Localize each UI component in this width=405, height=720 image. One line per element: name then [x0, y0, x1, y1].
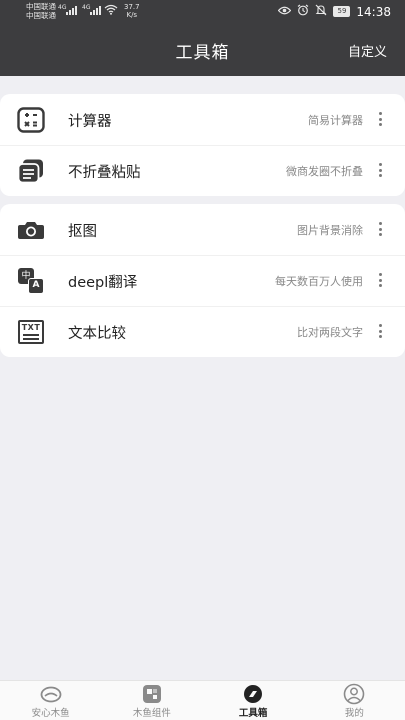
tool-item-no-fold-paste[interactable]: 不折叠粘贴 微商发圈不折叠	[0, 145, 405, 196]
page-title: 工具箱	[175, 43, 230, 63]
layers-icon	[16, 157, 46, 185]
nav-item-toolbox[interactable]: 工具箱	[203, 681, 304, 720]
fish-icon	[40, 684, 62, 704]
wifi-icon	[104, 4, 118, 17]
more-vertical-icon[interactable]	[377, 321, 383, 341]
carrier-info: 中国联通 中国联通	[26, 2, 56, 20]
more-vertical-icon[interactable]	[377, 219, 383, 239]
eye-icon	[278, 5, 292, 18]
network-speed: 37.7 K/s	[124, 3, 140, 19]
tool-description: 简易计算器	[308, 114, 363, 127]
more-vertical-icon[interactable]	[377, 109, 383, 129]
battery-icon: 59	[333, 6, 351, 17]
tool-item-text-compare[interactable]: TXT 文本比较 比对两段文字	[0, 306, 405, 357]
mute-icon	[315, 4, 327, 19]
status-right: 59 14:38	[278, 4, 391, 19]
tool-description: 微商发圈不折叠	[286, 165, 363, 178]
nav-item-anxin-muyu[interactable]: 安心木鱼	[0, 681, 101, 720]
tool-label: 抠图	[68, 224, 97, 240]
tool-label: 计算器	[68, 114, 112, 130]
alarm-icon	[297, 4, 309, 19]
nav-label: 工具箱	[238, 708, 268, 719]
camera-icon	[16, 216, 46, 244]
tool-description: 图片背景消除	[297, 224, 363, 237]
text-compare-icon: TXT	[16, 318, 46, 346]
tool-item-calculator[interactable]: 计算器 简易计算器	[0, 94, 405, 145]
carrier-1: 中国联通	[26, 2, 56, 11]
top-bar: 中国联通 中国联通 4G 4G 37.7 K/s 59 14:38 工具箱 自定…	[0, 0, 405, 76]
status-bar: 中国联通 中国联通 4G 4G 37.7 K/s 59 14:38	[0, 0, 405, 26]
widget-icon	[141, 684, 163, 704]
more-vertical-icon[interactable]	[377, 160, 383, 180]
signal-icon	[90, 6, 101, 15]
tool-label: 不折叠粘贴	[68, 165, 141, 181]
calculator-icon	[16, 106, 46, 134]
carrier-2: 中国联通	[26, 11, 56, 20]
nav-label: 木鱼组件	[132, 708, 171, 719]
tool-group-2: 抠图 图片背景消除 中 A deepl翻译 每天数百万人使用 TXT 文本比较 …	[0, 204, 405, 357]
tool-label: 文本比较	[68, 326, 126, 342]
tool-item-cutout[interactable]: 抠图 图片背景消除	[0, 204, 405, 255]
tool-item-deepl-translate[interactable]: 中 A deepl翻译 每天数百万人使用	[0, 255, 405, 306]
tool-description: 比对两段文字	[297, 326, 363, 339]
nav-label: 我的	[344, 708, 364, 719]
clock: 14:38	[356, 4, 391, 19]
translate-icon: 中 A	[16, 267, 46, 295]
nav-item-muyu-widget[interactable]: 木鱼组件	[101, 681, 202, 720]
tool-label: deepl翻译	[68, 275, 138, 291]
bottom-nav: 安心木鱼 木鱼组件 工具箱 我的	[0, 680, 405, 720]
nav-label: 安心木鱼	[31, 708, 70, 719]
toolbox-icon	[242, 684, 264, 704]
customize-button[interactable]: 自定义	[348, 41, 387, 60]
profile-icon	[343, 683, 365, 705]
tool-description: 每天数百万人使用	[275, 275, 363, 288]
tool-group-1: 计算器 简易计算器 不折叠粘贴 微商发圈不折叠	[0, 94, 405, 196]
signal-icon	[66, 6, 77, 15]
more-vertical-icon[interactable]	[377, 270, 383, 290]
nav-item-profile[interactable]: 我的	[304, 681, 405, 720]
